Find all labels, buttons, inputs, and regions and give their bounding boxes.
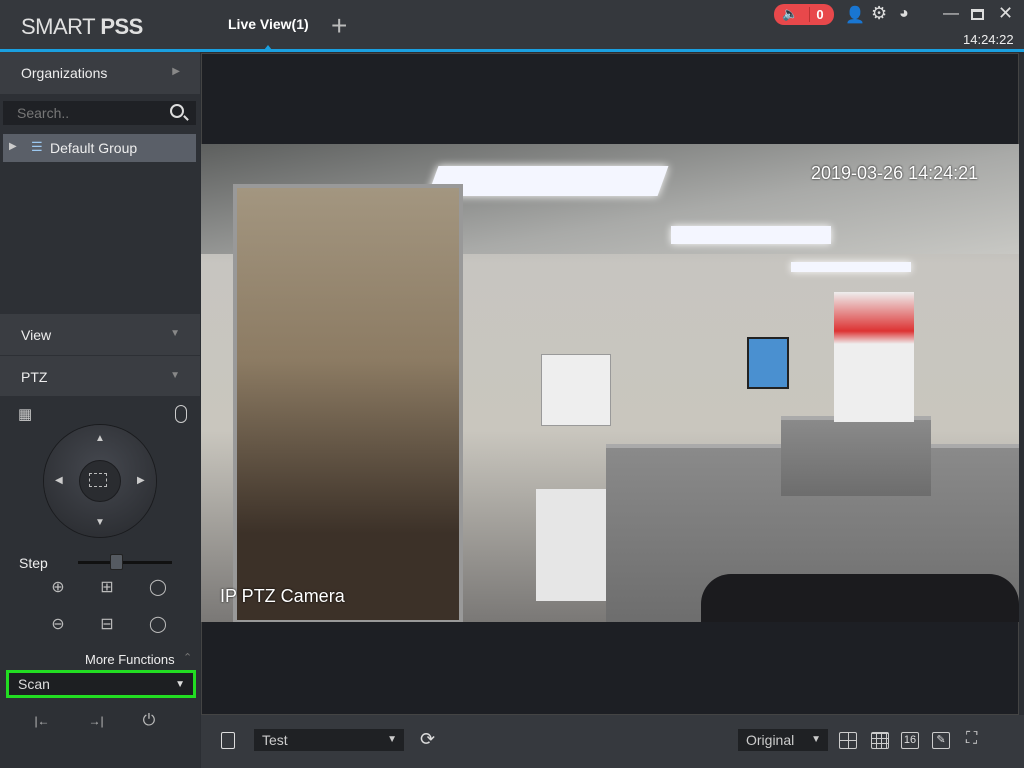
layout-9-icon[interactable] xyxy=(871,732,889,749)
alarm-button[interactable]: 🔈 0 xyxy=(774,4,834,25)
area-zoom-icon xyxy=(89,473,107,487)
view-select[interactable]: Test ▼ xyxy=(254,729,404,751)
chevron-down-icon: ▼ xyxy=(170,328,180,339)
zoom-out-icon[interactable]: ⊖ xyxy=(46,614,70,634)
chevron-down-icon: ▼ xyxy=(170,370,180,381)
view-header[interactable]: View ▼ xyxy=(0,314,200,355)
scan-left-limit-icon[interactable]: |← xyxy=(30,714,54,728)
focus-far-icon[interactable]: ⊟ xyxy=(95,614,119,634)
tab-live-view[interactable]: Live View(1) xyxy=(228,16,309,32)
ptz-header[interactable]: PTZ ▼ xyxy=(0,356,200,396)
save-view-icon[interactable] xyxy=(221,732,235,749)
focus-near-icon[interactable]: ⊞ xyxy=(95,577,119,597)
camera-feed[interactable] xyxy=(201,144,1019,622)
stream-ratio-select[interactable]: Original ▼ xyxy=(738,729,828,751)
dropdown-arrow-icon: ▼ xyxy=(811,734,821,745)
add-tab-button[interactable]: + xyxy=(331,10,347,42)
mouse-icon[interactable] xyxy=(175,405,187,423)
speaker-icon: 🔈 xyxy=(782,6,799,21)
expand-icon[interactable]: ▶ xyxy=(9,141,17,152)
zoom-in-icon[interactable]: ⊕ xyxy=(46,577,70,597)
power-start-icon[interactable]: ⏻ xyxy=(137,712,161,730)
fullscreen-icon[interactable]: ⛶ xyxy=(966,730,977,748)
pan-left-button[interactable]: ◀ xyxy=(55,475,63,486)
performance-gauge-icon[interactable]: ◕ xyxy=(899,5,909,23)
step-slider-thumb[interactable] xyxy=(110,554,123,570)
pan-up-button[interactable]: ▲ xyxy=(95,433,105,444)
org-tree-icon: ☰ xyxy=(31,139,43,154)
osd-camera-name: IP PTZ Camera xyxy=(220,586,345,606)
gear-icon[interactable]: ⚙ xyxy=(871,3,887,24)
dropdown-arrow-icon: ▼ xyxy=(387,734,397,745)
iris-open-icon[interactable]: ◯ xyxy=(146,577,170,597)
pan-right-button[interactable]: ▶ xyxy=(137,475,145,486)
iris-close-icon[interactable]: ◯ xyxy=(146,614,170,634)
custom-layout-edit-icon[interactable]: ✎ xyxy=(932,732,950,749)
app-logo: SMART PSS xyxy=(21,14,143,39)
search-icon[interactable] xyxy=(170,104,184,118)
sequence-play-icon[interactable]: ⟳ xyxy=(420,729,435,750)
maximize-icon[interactable] xyxy=(971,9,984,20)
ptz-layout-icon[interactable]: ▦ xyxy=(18,405,32,423)
organizations-header[interactable]: Organizations ▶ xyxy=(0,52,200,94)
layout-16-button[interactable]: 16 xyxy=(901,732,919,749)
function-select[interactable]: Scan ▼ xyxy=(6,670,196,698)
ptz-joystick[interactable]: ▲ ▼ ◀ ▶ xyxy=(44,425,156,537)
step-slider[interactable] xyxy=(78,561,172,564)
layout-4-icon[interactable] xyxy=(839,732,857,749)
step-label: Step xyxy=(19,555,48,571)
chevron-up-icon[interactable]: ⌃ xyxy=(183,651,192,664)
alarm-count: 0 xyxy=(816,7,824,22)
scan-right-limit-icon[interactable]: →| xyxy=(84,714,108,728)
pan-down-button[interactable]: ▼ xyxy=(95,517,105,528)
more-functions-toggle[interactable]: More Functions xyxy=(85,652,175,667)
zoom-area-button[interactable] xyxy=(79,460,121,502)
minimize-icon[interactable]: — xyxy=(943,5,959,23)
tree-item-default-group[interactable]: ▶ ☰ Default Group xyxy=(3,134,196,162)
dropdown-arrow-icon: ▼ xyxy=(175,679,185,690)
chevron-right-icon: ▶ xyxy=(172,66,180,77)
osd-timestamp: 2019-03-26 14:24:21 xyxy=(811,163,979,183)
search-input[interactable]: Search.. xyxy=(3,101,196,125)
close-icon[interactable]: ✕ xyxy=(998,3,1013,24)
clock: 14:24:22 xyxy=(963,32,1014,47)
user-icon[interactable]: 👤 xyxy=(845,5,865,25)
active-tab-indicator xyxy=(264,45,272,50)
